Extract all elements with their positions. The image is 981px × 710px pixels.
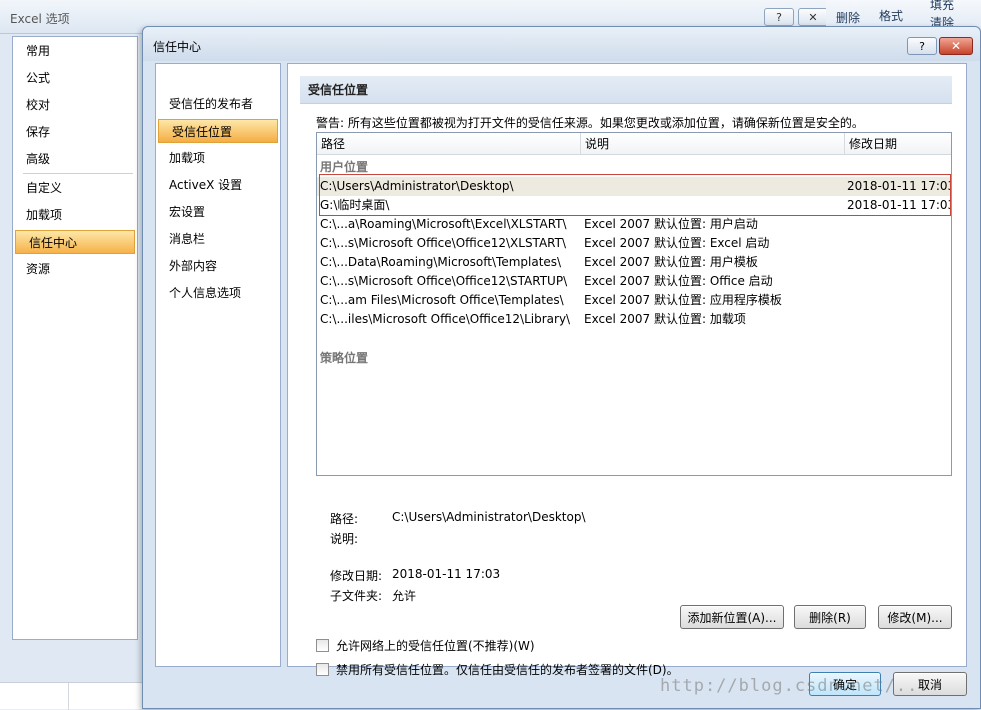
row-description: Excel 2007 默认位置: 加载项 bbox=[584, 312, 746, 326]
options-nav-proofing[interactable]: 校对 bbox=[13, 93, 137, 117]
modify-button[interactable]: 修改(M)... bbox=[878, 605, 952, 629]
column-header-modified[interactable]: 修改日期 bbox=[845, 133, 951, 155]
table-row[interactable]: C:\...Data\Roaming\Microsoft\Templates\ … bbox=[317, 253, 951, 272]
table-row[interactable]: C:\...am Files\Microsoft Office\Template… bbox=[317, 291, 951, 310]
section-title: 受信任位置 bbox=[300, 76, 952, 104]
row-description: Excel 2007 默认位置: Excel 启动 bbox=[584, 236, 770, 250]
list-header: 路径 说明 修改日期 bbox=[317, 133, 951, 155]
trust-center-dialog: 信任中心 ? ✕ 受信任的发布者 受信任位置 加载项 ActiveX 设置 宏设… bbox=[142, 26, 981, 709]
row-path: C:\...a\Roaming\Microsoft\Excel\XLSTART\ bbox=[320, 217, 567, 231]
trust-center-titlebar: 信任中心 ? ✕ bbox=[143, 27, 980, 61]
disable-all-locations-option[interactable]: 禁用所有受信任位置。仅信任由受信任的发布者签署的文件(D)。 bbox=[316, 661, 679, 678]
row-description: Excel 2007 默认位置: Office 启动 bbox=[584, 274, 773, 288]
table-row[interactable]: C:\...s\Microsoft Office\Office12\XLSTAR… bbox=[317, 234, 951, 253]
add-new-location-button[interactable]: 添加新位置(A)... bbox=[680, 605, 784, 629]
detail-modified-label: 修改日期: bbox=[330, 569, 383, 583]
detail-path-label: 路径: bbox=[330, 512, 359, 526]
detail-description-label: 说明: bbox=[330, 532, 359, 546]
options-nav-trust-center[interactable]: 信任中心 bbox=[15, 230, 135, 254]
excel-options-help-button[interactable]: ? bbox=[764, 8, 794, 26]
ribbon-fragment: 填充 删除 格式 清除 bbox=[826, 0, 981, 30]
options-nav-addins[interactable]: 加载项 bbox=[13, 203, 137, 227]
close-button[interactable]: ✕ bbox=[939, 37, 973, 55]
dialog-title: 信任中心 bbox=[153, 40, 202, 54]
trusted-locations-list[interactable]: 路径 说明 修改日期 用户位置 C:\Users\Administrator\D… bbox=[316, 132, 952, 476]
nav-trusted-locations[interactable]: 受信任位置 bbox=[158, 119, 278, 143]
nav-separator bbox=[23, 173, 133, 174]
ribbon-fill-label[interactable]: 填充 bbox=[930, 0, 954, 13]
options-nav-advanced[interactable]: 高级 bbox=[13, 147, 137, 171]
nav-addins[interactable]: 加载项 bbox=[156, 146, 280, 170]
nav-trusted-publishers[interactable]: 受信任的发布者 bbox=[156, 92, 280, 116]
help-button[interactable]: ? bbox=[907, 37, 937, 55]
column-header-path[interactable]: 路径 bbox=[317, 133, 581, 155]
row-path: C:\...iles\Microsoft Office\Office12\Lib… bbox=[320, 312, 571, 326]
allow-network-checkbox[interactable] bbox=[316, 639, 329, 652]
table-row[interactable]: C:\...s\Microsoft Office\Office12\STARTU… bbox=[317, 272, 951, 291]
nav-activex-settings[interactable]: ActiveX 设置 bbox=[156, 173, 280, 197]
options-nav-formulas[interactable]: 公式 bbox=[13, 66, 137, 90]
table-row[interactable]: C:\...a\Roaming\Microsoft\Excel\XLSTART\… bbox=[317, 215, 951, 234]
row-path: C:\...s\Microsoft Office\Office12\XLSTAR… bbox=[320, 236, 567, 250]
detail-subfolders-value: 允许 bbox=[392, 589, 417, 603]
options-nav-popular[interactable]: 常用 bbox=[13, 39, 137, 63]
options-nav-customize[interactable]: 自定义 bbox=[13, 176, 137, 200]
user-locations-highlight-box bbox=[319, 174, 951, 216]
row-path: C:\...Data\Roaming\Microsoft\Templates\ bbox=[320, 255, 562, 269]
row-path: C:\...s\Microsoft Office\Office12\STARTU… bbox=[320, 274, 568, 288]
excel-options-close-button[interactable]: ✕ bbox=[798, 8, 828, 26]
row-description: Excel 2007 默认位置: 应用程序模板 bbox=[584, 293, 782, 307]
row-description: Excel 2007 默认位置: 用户启动 bbox=[584, 217, 758, 231]
trust-center-nav: 受信任的发布者 受信任位置 加载项 ActiveX 设置 宏设置 消息栏 外部内… bbox=[155, 63, 281, 667]
excel-options-nav: 常用 公式 校对 保存 高级 自定义 加载项 信任中心 资源 bbox=[12, 36, 138, 640]
nav-message-bar[interactable]: 消息栏 bbox=[156, 227, 280, 251]
allow-network-label: 允许网络上的受信任位置(不推荐)(W) bbox=[336, 639, 535, 653]
detail-modified-value: 2018-01-11 17:03 bbox=[392, 567, 501, 581]
row-path: C:\...am Files\Microsoft Office\Template… bbox=[320, 293, 564, 307]
remove-button[interactable]: 删除(R) bbox=[794, 605, 866, 629]
ribbon-delete-label[interactable]: 删除 bbox=[836, 9, 860, 26]
worksheet-fragment bbox=[0, 682, 144, 710]
disable-all-checkbox[interactable] bbox=[316, 663, 329, 676]
user-locations-group-label: 用户位置 bbox=[320, 160, 369, 174]
detail-subfolders-label: 子文件夹: bbox=[330, 589, 383, 603]
excel-options-title: Excel 选项 bbox=[10, 12, 70, 26]
nav-macro-settings[interactable]: 宏设置 bbox=[156, 200, 280, 224]
options-nav-resources[interactable]: 资源 bbox=[13, 257, 137, 281]
detail-path-value: C:\Users\Administrator\Desktop\ bbox=[392, 510, 586, 524]
disable-all-label: 禁用所有受信任位置。仅信任由受信任的发布者签署的文件(D)。 bbox=[336, 663, 679, 677]
watermark-text: http://blog.csdn.net/... bbox=[660, 676, 930, 696]
nav-privacy-options[interactable]: 个人信息选项 bbox=[156, 281, 280, 305]
table-row[interactable]: C:\...iles\Microsoft Office\Office12\Lib… bbox=[317, 310, 951, 329]
column-header-description[interactable]: 说明 bbox=[581, 133, 845, 155]
options-nav-save[interactable]: 保存 bbox=[13, 120, 137, 144]
nav-external-content[interactable]: 外部内容 bbox=[156, 254, 280, 278]
policy-locations-group-label: 策略位置 bbox=[320, 351, 369, 365]
row-description: Excel 2007 默认位置: 用户模板 bbox=[584, 255, 758, 269]
trusted-locations-panel: 受信任位置 警告: 所有这些位置都被视为打开文件的受信任来源。如果您更改或添加位… bbox=[287, 63, 967, 677]
allow-network-locations-option[interactable]: 允许网络上的受信任位置(不推荐)(W) bbox=[316, 637, 535, 654]
warning-text: 警告: 所有这些位置都被视为打开文件的受信任来源。如果您更改或添加位置，请确保新… bbox=[316, 116, 864, 130]
ribbon-format-label[interactable]: 格式 bbox=[879, 7, 903, 24]
